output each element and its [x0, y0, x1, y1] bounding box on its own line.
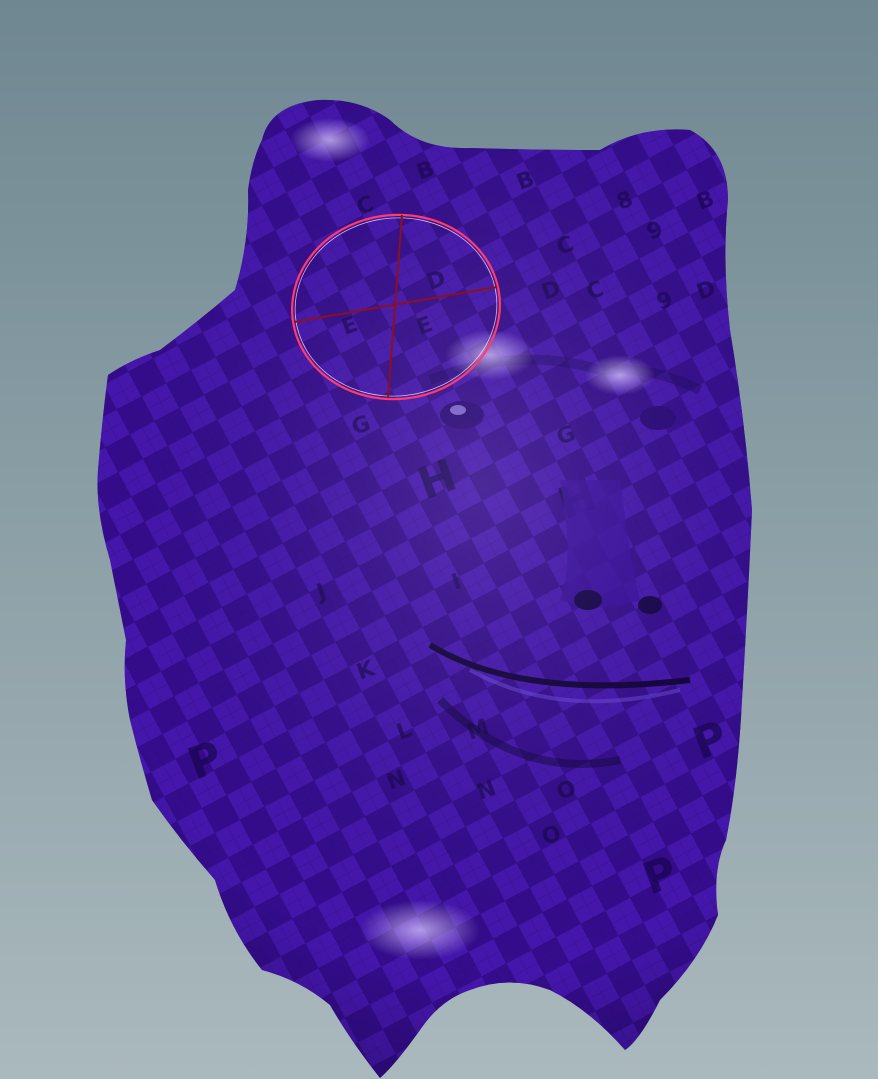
viewport-scene[interactable]: BB8BCC9CDD9DEEGGHHIJKLMNNOOPPP [0, 0, 878, 1079]
specular-highlight-neck [360, 900, 480, 960]
specular-highlight-forehead [290, 118, 370, 162]
3d-viewport[interactable]: BB8BCC9CDD9DEEGGHHIJKLMNNOOPPP [0, 0, 878, 1079]
specular-highlight-cheek [585, 355, 655, 395]
